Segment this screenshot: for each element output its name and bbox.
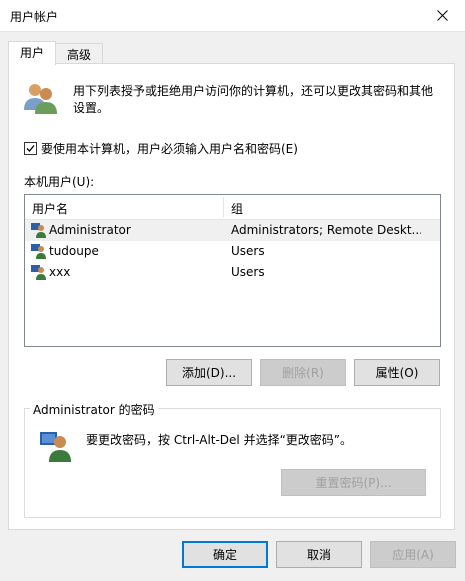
close-button[interactable] — [419, 0, 465, 31]
require-password-label: 要使用本计算机，用户必须输入用户名和密码(E) — [41, 142, 298, 156]
table-row[interactable]: Administrator Administrators; Remote Des… — [25, 220, 440, 241]
checkmark-icon — [26, 145, 35, 152]
user-group: Users — [231, 244, 265, 258]
user-group: Users — [231, 265, 265, 279]
require-password-checkbox[interactable] — [24, 142, 37, 155]
cancel-button[interactable]: 取消 — [276, 541, 362, 568]
user-name: xxx — [49, 265, 71, 279]
password-instructions: 要更改密码，按 Ctrl-Alt-Del 并选择“更改密码”。 — [86, 433, 353, 447]
users-list[interactable]: 用户名 组 Administrator Administrators; Remo… — [24, 194, 441, 347]
reset-password-button[interactable]: 重置密码(P)... — [281, 469, 426, 496]
table-row[interactable]: xxx Users — [25, 262, 440, 283]
column-separator[interactable] — [223, 197, 224, 217]
add-user-button[interactable]: 添加(D)... — [166, 359, 252, 386]
user-icon — [31, 265, 46, 280]
description-text: 用下列表授予或拒绝用户访问你的计算机，还可以更改其密码和其他设置。 — [73, 84, 434, 115]
local-users-label: 本机用户(U): — [24, 175, 95, 189]
apply-button[interactable]: 应用(A) — [370, 541, 456, 568]
tab-advanced[interactable]: 高级 — [56, 43, 103, 65]
column-header-group[interactable]: 组 — [231, 200, 243, 217]
column-header-username[interactable]: 用户名 — [32, 200, 68, 217]
password-groupbox — [24, 408, 441, 518]
close-icon — [436, 10, 448, 21]
ok-button[interactable]: 确定 — [182, 541, 268, 568]
window-title: 用户帐户 — [10, 10, 59, 24]
title-bar: 用户帐户 — [0, 0, 465, 32]
properties-button[interactable]: 属性(O) — [354, 359, 440, 386]
user-icon — [31, 223, 46, 238]
users-icon — [24, 84, 57, 114]
remove-user-button[interactable]: 删除(R) — [260, 359, 346, 386]
user-group: Administrators; Remote Deskt... — [231, 223, 421, 237]
user-icon — [40, 432, 71, 462]
password-section-title: Administrator 的密码 — [30, 401, 158, 418]
list-header: 用户名 组 — [25, 195, 440, 220]
user-name: Administrator — [49, 223, 131, 237]
user-name: tudoupe — [49, 244, 99, 258]
require-password-row[interactable]: 要使用本计算机，用户必须输入用户名和密码(E) — [24, 140, 298, 157]
table-row[interactable]: tudoupe Users — [25, 241, 440, 262]
user-icon — [31, 244, 46, 259]
tab-users[interactable]: 用户 — [8, 41, 56, 65]
